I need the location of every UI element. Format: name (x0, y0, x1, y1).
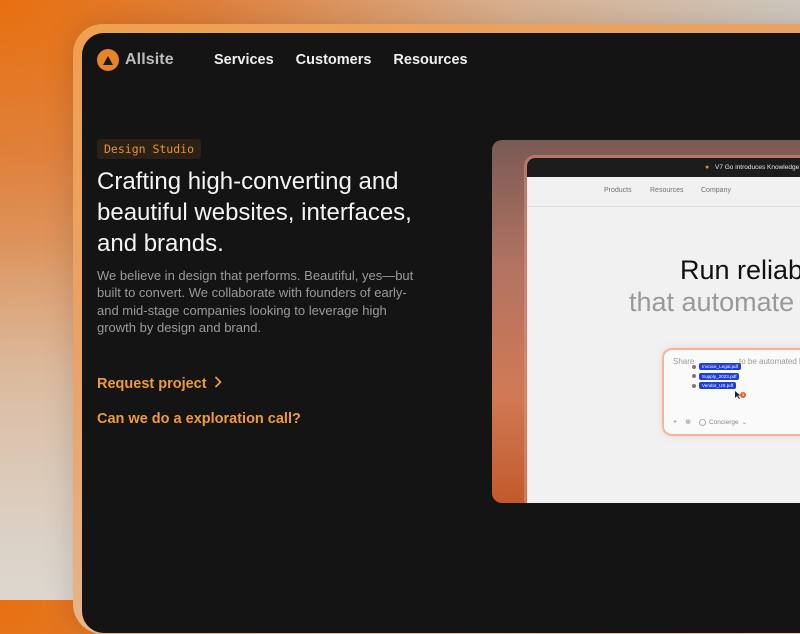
nav-item-resources[interactable]: Resources (393, 52, 467, 68)
file-count-badge: 3 (740, 392, 746, 398)
request-project-label: Request project (97, 376, 207, 392)
design-studio-badge: Design Studio (97, 139, 202, 159)
file-chip[interactable]: Supply_2023.pdf (699, 372, 740, 380)
file-row: Supply_2023.pdf (692, 372, 741, 382)
file-row: Vendor_US.pdf (692, 381, 741, 391)
add-icon[interactable]: + (673, 419, 677, 426)
preview-chat-input[interactable]: Share to be automated b Invoice_Legal.pd… (664, 350, 800, 434)
announcement-bar[interactable]: ● V7 Go introduces Knowledge (527, 158, 800, 177)
file-chip[interactable]: Vendor_US.pdf (699, 382, 737, 390)
file-dot-icon (692, 364, 696, 369)
file-dot-icon (692, 383, 696, 388)
website-preview-card: ● V7 Go introduces Knowledge Products Re… (492, 140, 800, 503)
nav-item-services[interactable]: Services (214, 52, 274, 68)
chevron-right-icon (214, 376, 222, 392)
file-chip[interactable]: Invoice_Legal.pdf (699, 363, 742, 371)
file-dot-icon (692, 374, 696, 379)
hero-headline: Crafting high-converting and beautiful w… (97, 168, 412, 257)
preview-nav-divider (527, 206, 800, 207)
brand-logo[interactable]: Allsite (97, 49, 174, 71)
preview-headline-line1: Run reliab (680, 255, 800, 285)
exploration-call-link[interactable]: Can we do a exploration call? (97, 411, 301, 427)
main-nav: Services Customers Resources (214, 52, 468, 68)
concierge-icon (698, 418, 706, 426)
attach-icon[interactable]: ⊕ (685, 418, 691, 426)
logo-icon (97, 49, 119, 71)
concierge-selector[interactable]: Concierge ⌄ (698, 418, 748, 426)
concierge-label: Concierge (708, 418, 739, 426)
preview-nav-products[interactable]: Products (604, 187, 632, 194)
file-row: Invoice_Legal.pdf (692, 362, 742, 372)
preview-nav-company[interactable]: Company (701, 187, 731, 194)
preview-screen: ● V7 Go introduces Knowledge Products Re… (527, 158, 800, 503)
chat-toolbar: + ⊕ Concierge ⌄ (673, 418, 747, 426)
announcement-dot-icon: ● (705, 164, 710, 171)
nav-item-customers[interactable]: Customers (296, 52, 372, 68)
announcement-text: V7 Go introduces Knowledge (715, 164, 800, 171)
hero-description: We believe in design that performs. Beau… (97, 268, 414, 335)
site-screen: Allsite Services Customers Resources Des… (82, 33, 800, 633)
brand-name: Allsite (125, 51, 174, 68)
request-project-link[interactable]: Request project (97, 376, 222, 392)
preview-headline-line2: that automate (629, 287, 795, 317)
chat-prompt-end: to be automated b (739, 357, 800, 366)
attached-files: Invoice_Legal.pdf Supply_2023.pdf Vendor… (692, 362, 742, 391)
chevron-down-icon: ⌄ (741, 419, 748, 426)
preview-nav-resources[interactable]: Resources (650, 187, 683, 194)
